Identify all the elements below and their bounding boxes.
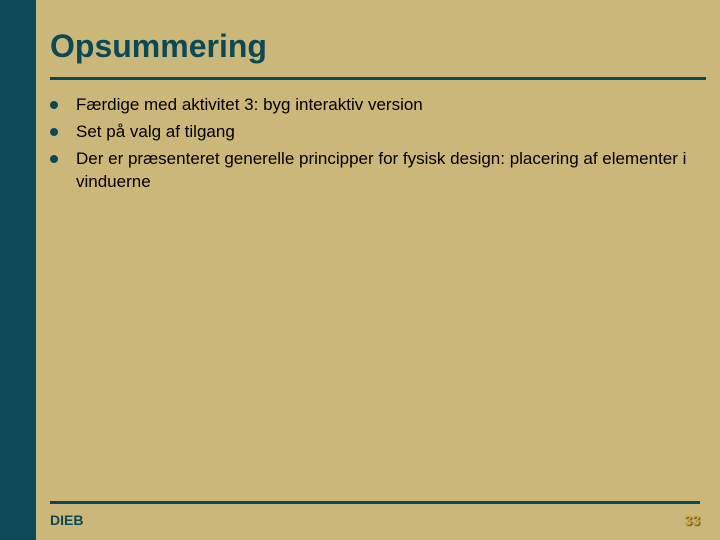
list-item: Set på valg af tilgang xyxy=(50,121,692,144)
left-accent-rail xyxy=(0,0,36,540)
list-item: Der er præsenteret generelle principper … xyxy=(50,148,692,194)
slide-title: Opsummering xyxy=(50,28,700,65)
bullet-icon xyxy=(50,128,58,136)
bullet-text: Der er præsenteret generelle principper … xyxy=(76,148,692,194)
page-number: 33 xyxy=(684,512,700,528)
bullet-list: Færdige med aktivitet 3: byg interaktiv … xyxy=(50,94,692,194)
slide-body: Opsummering Færdige med aktivitet 3: byg… xyxy=(36,0,720,540)
list-item: Færdige med aktivitet 3: byg interaktiv … xyxy=(50,94,692,117)
bullet-text: Færdige med aktivitet 3: byg interaktiv … xyxy=(76,94,423,117)
slide-footer: DIEB 33 xyxy=(36,501,720,540)
footer-left-label: DIEB xyxy=(50,512,83,528)
slide-content: Færdige med aktivitet 3: byg interaktiv … xyxy=(36,80,720,540)
footer-rule xyxy=(50,501,700,504)
footer-row: DIEB 33 xyxy=(50,512,700,528)
bullet-icon xyxy=(50,101,58,109)
bullet-text: Set på valg af tilgang xyxy=(76,121,235,144)
slide-header: Opsummering xyxy=(36,0,720,71)
bullet-icon xyxy=(50,155,58,163)
